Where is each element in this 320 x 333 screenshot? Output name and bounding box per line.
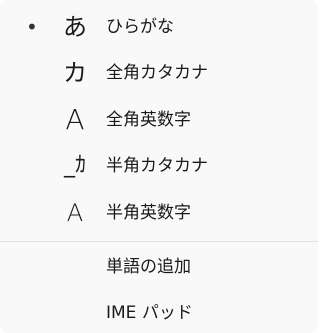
halfwidth-alphanumeric-icon: A (66, 199, 84, 227)
menu-item-label: 半角カタカナ (106, 155, 208, 176)
menu-item-add-word[interactable]: 単語の追加 (0, 244, 318, 290)
menu-item-label: 全角カタカナ (106, 62, 208, 83)
fullwidth-alphanumeric-icon: A (65, 103, 85, 136)
menu-item-fullwidth-katakana[interactable]: カ 全角カタカナ (0, 50, 318, 96)
menu-item-halfwidth-alphanumeric[interactable]: A 半角英数字 (0, 190, 318, 236)
menu-item-hiragana[interactable]: • あ ひらがな (0, 4, 318, 50)
ime-context-menu: • あ ひらがな カ 全角カタカナ A 全角英数字 _ｶ 半角カタカナ A 半角… (0, 0, 318, 333)
halfwidth-katakana-icon: _ｶ (63, 153, 86, 178)
fullwidth-katakana-icon: カ (63, 59, 87, 87)
menu-item-label: ひらがな (106, 16, 174, 37)
menu-item-label: 全角英数字 (106, 109, 191, 130)
hiragana-icon: あ (63, 13, 87, 41)
menu-item-label: 半角英数字 (106, 202, 191, 223)
menu-divider (0, 241, 318, 242)
menu-item-label: IME パッド (106, 302, 193, 323)
menu-item-ime-pad[interactable]: IME パッド (0, 290, 318, 333)
menu-item-fullwidth-alphanumeric[interactable]: A 全角英数字 (0, 97, 318, 143)
menu-item-halfwidth-katakana[interactable]: _ｶ 半角カタカナ (0, 143, 318, 189)
selected-bullet-icon: • (26, 15, 38, 39)
menu-item-label: 単語の追加 (106, 256, 191, 277)
